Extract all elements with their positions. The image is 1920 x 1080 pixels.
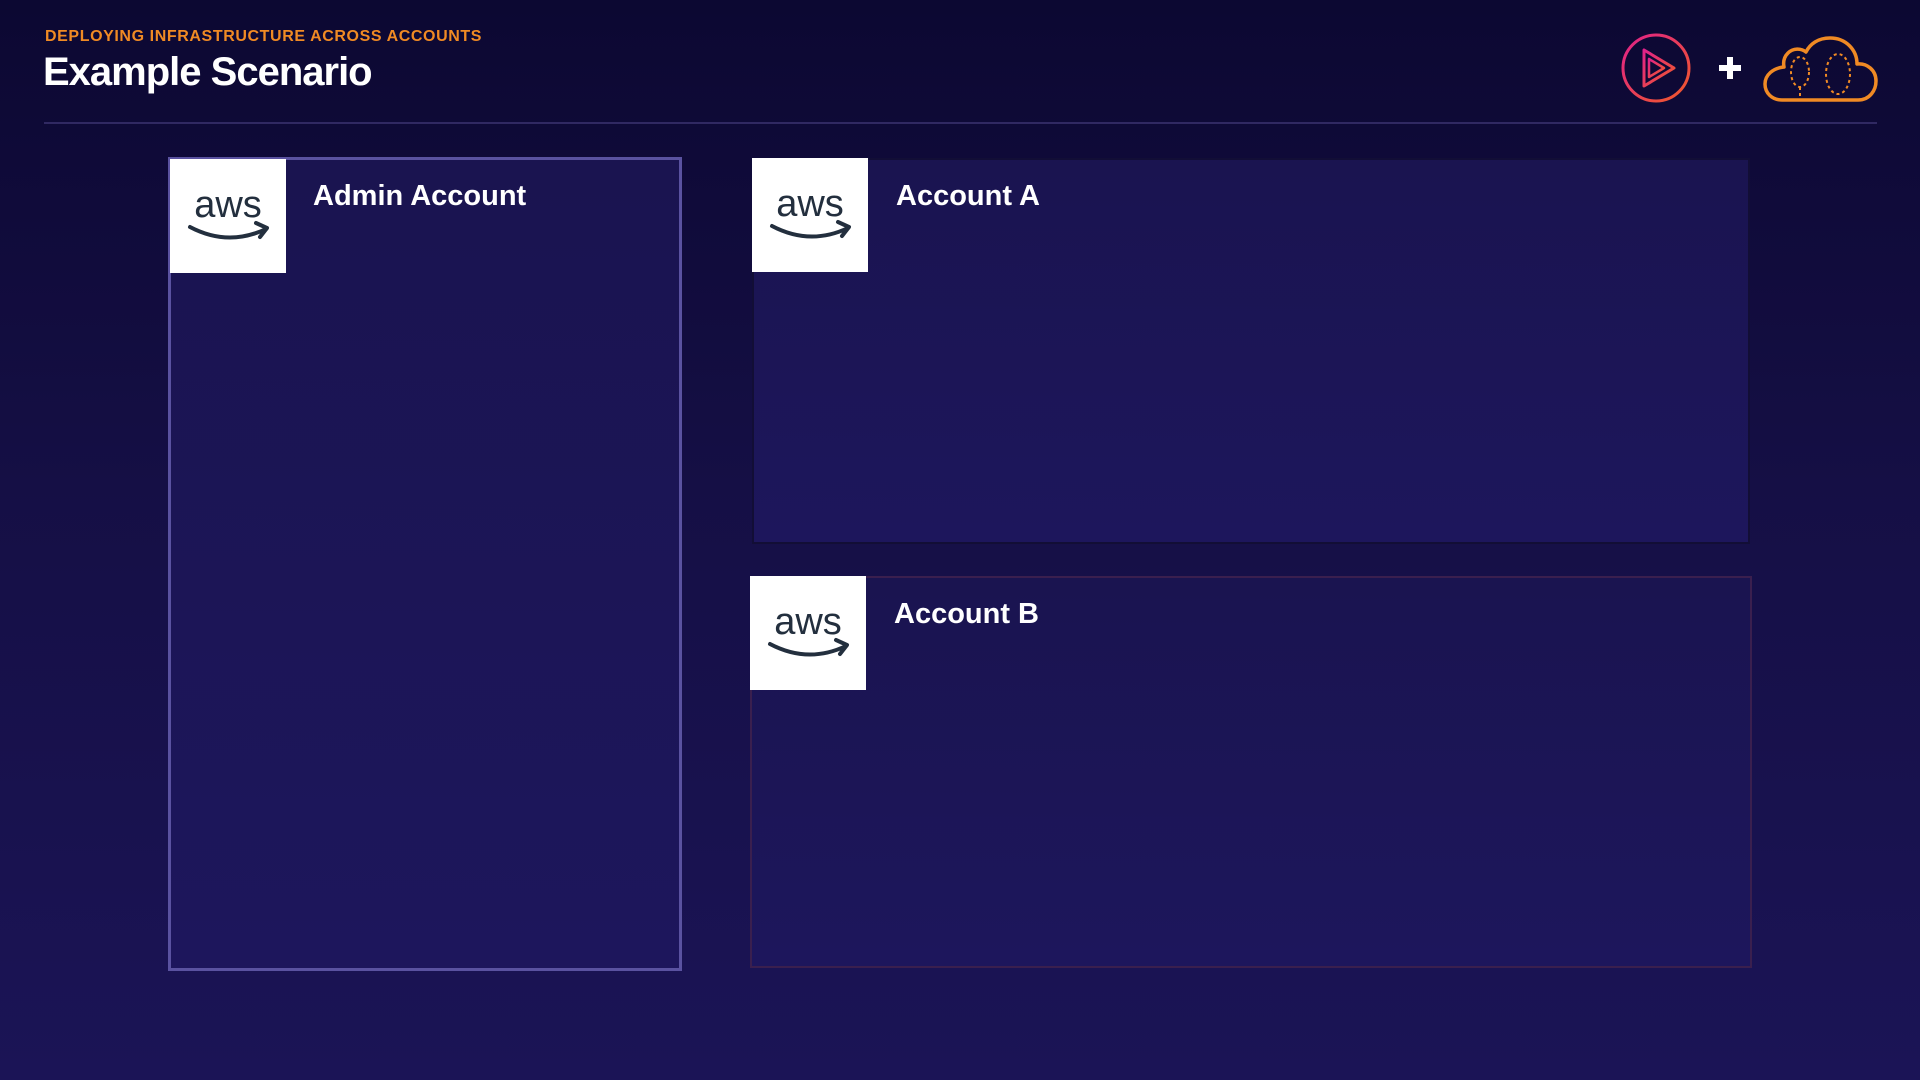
slide-title: Example Scenario [43,50,373,94]
aws-logo-tile: aws [170,159,286,273]
plus-icon [1719,57,1741,79]
aws-logo-tile: aws [752,158,868,272]
logo-group: + [1620,30,1880,106]
account-box-b: aws Account B [750,576,1752,968]
plus-separator: + [1712,50,1748,86]
play-triangle-icon [1621,33,1691,103]
aws-logo-tile: aws [750,576,866,690]
aws-logo-icon: aws [188,184,269,240]
aws-logo-icon: aws [770,183,851,239]
aws-logo-icon: aws [768,601,849,657]
slide-subtitle: DEPLOYING INFRASTRUCTURE ACROSS ACCOUNTS [45,28,483,45]
header-divider [44,122,1877,124]
aws-logo-text: aws [774,601,842,643]
account-box-admin: aws Admin Account [168,157,682,971]
aws-logo-text: aws [776,183,844,225]
account-title: Account A [896,180,1040,212]
account-title: Admin Account [313,180,527,212]
account-title: Account B [894,598,1039,630]
account-box-a: aws Account A [752,158,1750,544]
aws-logo-text: aws [194,184,262,226]
cloud-icon [1763,36,1878,102]
